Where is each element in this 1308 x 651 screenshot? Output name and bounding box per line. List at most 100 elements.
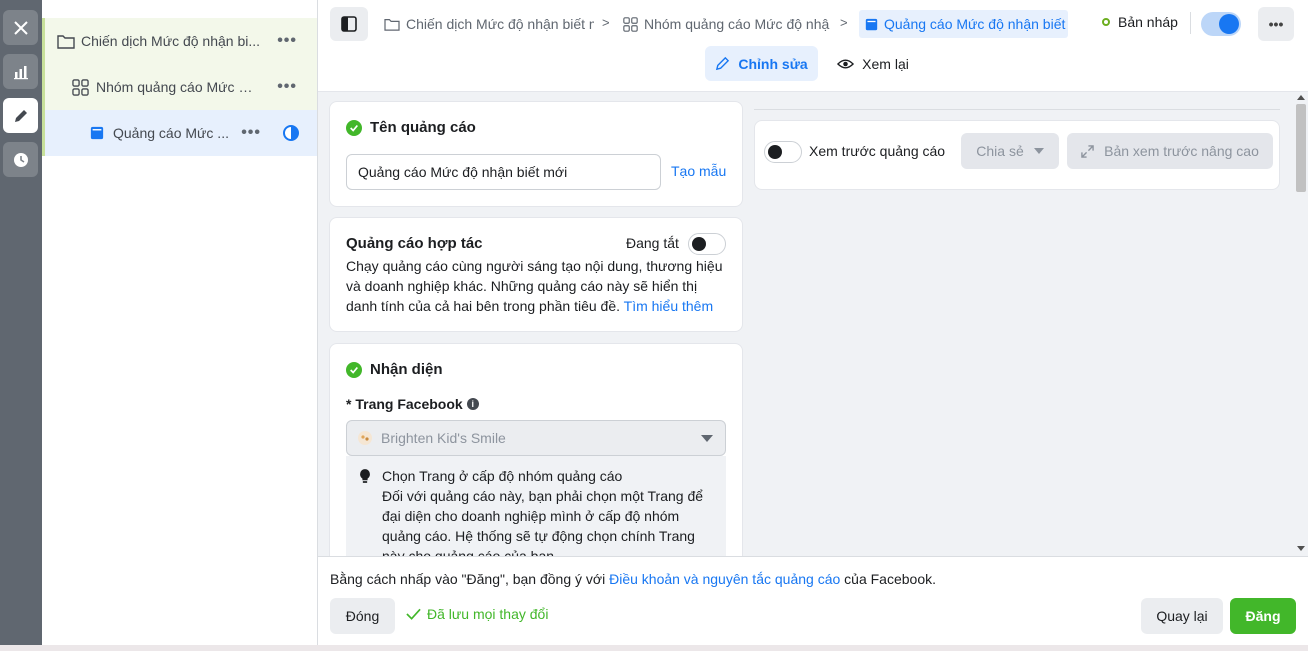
sidebar-toggle-icon bbox=[341, 16, 357, 32]
review-mode-tab[interactable]: Xem lại bbox=[830, 46, 916, 81]
review-mode-label: Xem lại bbox=[862, 55, 909, 72]
publish-button[interactable]: Đăng bbox=[1230, 598, 1296, 634]
tree-item-adset[interactable]: Nhóm quảng cáo Mức đ... ••• bbox=[42, 64, 317, 110]
page-hint-box: Chọn Trang ở cấp độ nhóm quảng cáo Đối v… bbox=[346, 456, 726, 556]
editor-header: Chiến dịch Mức độ nhận biết m > Nhóm quả… bbox=[318, 0, 1308, 92]
ad-name-title: Tên quảng cáo bbox=[370, 119, 476, 136]
partnership-description: Chạy quảng cáo cùng người sáng tạo nội d… bbox=[346, 256, 726, 316]
share-label: Chia sẻ bbox=[976, 143, 1024, 159]
partnership-ad-card: Quảng cáo hợp tác Đang tắt Chạy quảng cá… bbox=[329, 217, 743, 332]
check-icon bbox=[346, 119, 362, 136]
terms-prefix: Bằng cách nhấp vào "Đăng", bạn đồng ý vớ… bbox=[330, 571, 610, 587]
saved-status-label: Đã lưu mọi thay đổi bbox=[427, 606, 549, 622]
hint-title: Chọn Trang ở cấp độ nhóm quảng cáo bbox=[382, 468, 623, 484]
ad-name-heading: Tên quảng cáo bbox=[346, 119, 476, 136]
edit-mode-button[interactable] bbox=[3, 98, 38, 133]
advanced-preview-label: Bản xem trước nâng cao bbox=[1104, 143, 1259, 159]
tree-item-ad[interactable]: Quảng cáo Mức ... ••• bbox=[42, 110, 317, 156]
scroll-down-icon[interactable] bbox=[1297, 546, 1305, 551]
pencil-icon bbox=[14, 109, 27, 122]
tree-ad-label: Quảng cáo Mức ... bbox=[113, 125, 229, 141]
partnership-title: Quảng cáo hợp tác bbox=[346, 235, 483, 252]
terms-link[interactable]: Điều khoản và nguyên tắc quảng cáo bbox=[609, 571, 840, 587]
performance-button[interactable] bbox=[3, 54, 38, 89]
facebook-page-label: * Trang Facebook i bbox=[346, 396, 479, 412]
facebook-page-select[interactable]: Brighten Kid's Smile bbox=[346, 420, 726, 456]
ad-preview-card: Xem trước quảng cáo Chia sẻ Bản xem trướ… bbox=[754, 120, 1280, 190]
partnership-toggle[interactable] bbox=[688, 233, 726, 255]
toggle-knob bbox=[768, 145, 782, 159]
learn-more-link[interactable]: Tìm hiểu thêm bbox=[624, 298, 713, 314]
close-editor-button[interactable] bbox=[3, 10, 38, 45]
ad-more-icon[interactable]: ••• bbox=[241, 124, 261, 142]
clock-icon bbox=[13, 152, 28, 167]
divider bbox=[754, 109, 1280, 110]
campaign-more-icon[interactable]: ••• bbox=[277, 32, 297, 50]
ad-preview-label: Xem trước quảng cáo bbox=[809, 143, 946, 159]
toggle-sidebar-button[interactable] bbox=[330, 7, 368, 41]
tree-adset-label: Nhóm quảng cáo Mức đ... bbox=[96, 79, 256, 95]
grid-icon bbox=[623, 16, 638, 32]
chevron-right-icon: > bbox=[840, 15, 848, 30]
folder-icon bbox=[57, 35, 75, 49]
facebook-page-value: Brighten Kid's Smile bbox=[381, 430, 506, 446]
status-dot-icon bbox=[1102, 18, 1110, 26]
scrollbar-thumb[interactable] bbox=[1296, 104, 1306, 192]
page-avatar-icon bbox=[358, 431, 372, 445]
left-rail bbox=[0, 0, 42, 651]
hint-body: Đối với quảng cáo này, bạn phải chọn một… bbox=[382, 488, 704, 556]
pencil-icon bbox=[716, 56, 730, 71]
share-button[interactable]: Chia sẻ bbox=[961, 133, 1059, 169]
terms-notice: Bằng cách nhấp vào "Đăng", bạn đồng ý vớ… bbox=[330, 571, 936, 587]
toggle-knob bbox=[1219, 14, 1239, 34]
chevron-right-icon: > bbox=[602, 15, 610, 30]
more-options-button[interactable]: ••• bbox=[1258, 7, 1294, 41]
scroll-up-icon[interactable] bbox=[1297, 95, 1305, 100]
lightbulb-icon bbox=[360, 469, 370, 483]
breadcrumb-adset[interactable]: Nhóm quảng cáo Mức độ nhậ bbox=[623, 10, 833, 38]
folder-icon bbox=[384, 19, 400, 31]
toggle-knob bbox=[692, 237, 706, 251]
edit-mode-label: Chỉnh sửa bbox=[738, 55, 808, 72]
advanced-preview-button[interactable]: Bản xem trước nâng cao bbox=[1067, 133, 1273, 169]
draft-status: Bản nháp bbox=[1102, 14, 1178, 30]
ad-on-off-toggle[interactable] bbox=[1201, 12, 1241, 36]
breadcrumb-adset-label: Nhóm quảng cáo Mức độ nhậ bbox=[644, 16, 830, 32]
adset-more-icon[interactable]: ••• bbox=[277, 78, 297, 96]
breadcrumb-campaign[interactable]: Chiến dịch Mức độ nhận biết m bbox=[384, 10, 594, 38]
draft-status-label: Bản nháp bbox=[1118, 14, 1178, 30]
campaign-tree: Chiến dịch Mức độ nhận bi... ••• Nhóm qu… bbox=[42, 0, 318, 645]
chevron-down-icon bbox=[1033, 148, 1044, 154]
bar-chart-icon bbox=[13, 65, 28, 79]
eye-icon bbox=[837, 59, 855, 68]
history-button[interactable] bbox=[3, 142, 38, 177]
breadcrumb-ad[interactable]: Quảng cáo Mức độ nhận biết bbox=[859, 10, 1068, 38]
divider bbox=[1190, 12, 1191, 34]
ad-icon bbox=[865, 18, 878, 30]
terms-suffix: của Facebook. bbox=[840, 571, 936, 587]
back-button[interactable]: Quay lại bbox=[1141, 598, 1223, 634]
tree-campaign-label: Chiến dịch Mức độ nhận bi... bbox=[81, 33, 261, 49]
create-template-link[interactable]: Tạo mẫu bbox=[671, 163, 726, 179]
ad-preview-toggle[interactable] bbox=[764, 141, 802, 163]
grid-icon bbox=[72, 78, 89, 96]
edit-mode-tab[interactable]: Chỉnh sửa bbox=[705, 46, 818, 81]
ad-icon bbox=[90, 126, 104, 140]
window-bottom-edge bbox=[0, 645, 1308, 651]
tree-item-campaign[interactable]: Chiến dịch Mức độ nhận bi... ••• bbox=[42, 18, 317, 64]
breadcrumb-campaign-label: Chiến dịch Mức độ nhận biết m bbox=[406, 16, 594, 32]
editor-main: Tên quảng cáo Quảng cáo Mức độ nhận biết… bbox=[318, 92, 1308, 556]
ad-name-card: Tên quảng cáo Quảng cáo Mức độ nhận biết… bbox=[329, 101, 743, 207]
info-icon[interactable]: i bbox=[466, 398, 479, 410]
close-button[interactable]: Đóng bbox=[330, 598, 395, 634]
close-icon bbox=[13, 20, 28, 35]
check-icon bbox=[346, 361, 362, 378]
identity-card: Nhận diện * Trang Facebook i Brighten Ki… bbox=[329, 343, 743, 556]
ad-name-input[interactable]: Quảng cáo Mức độ nhận biết mới bbox=[346, 154, 661, 190]
saved-status: Đã lưu mọi thay đổi bbox=[406, 606, 548, 622]
delivery-status-icon bbox=[283, 125, 299, 141]
breadcrumb-ad-label: Quảng cáo Mức độ nhận biết bbox=[884, 16, 1066, 32]
main-scrollbar[interactable] bbox=[1293, 92, 1308, 556]
editor-footer: Bằng cách nhấp vào "Đăng", bạn đồng ý vớ… bbox=[318, 556, 1308, 645]
chevron-down-icon bbox=[701, 435, 713, 442]
